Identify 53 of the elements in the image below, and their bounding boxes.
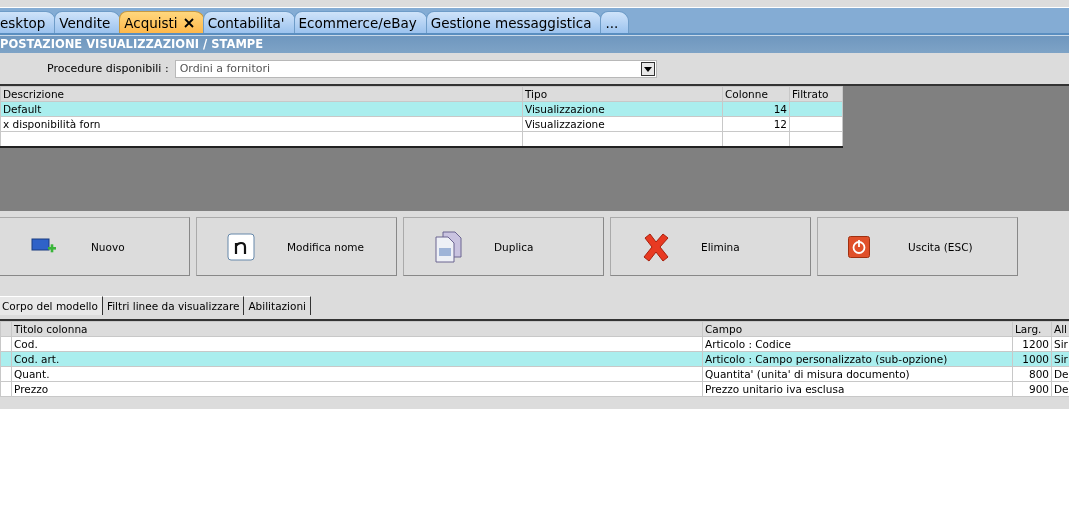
tab[interactable]: Abilitazioni bbox=[244, 296, 311, 315]
tab[interactable]: Vendite bbox=[54, 11, 122, 33]
tab[interactable]: ... bbox=[600, 11, 630, 33]
table-cell: De bbox=[1054, 368, 1069, 380]
column-header: Tipo bbox=[522, 86, 723, 102]
table-cell: Visualizzazione bbox=[525, 118, 605, 130]
action-button[interactable]: Duplica bbox=[403, 217, 604, 276]
field-label: Procedure disponibili : bbox=[47, 62, 169, 75]
column-header: Campo bbox=[705, 323, 743, 335]
column-header: Colonne bbox=[722, 86, 790, 102]
letter-n-icon bbox=[227, 232, 255, 261]
column-header: Filtrato bbox=[789, 86, 843, 102]
table-cell: 900 bbox=[1028, 383, 1049, 395]
column-header: All bbox=[1054, 323, 1068, 335]
tab[interactable]: Ecommerce/eBay bbox=[293, 11, 428, 33]
table-cell: Visualizzazione bbox=[525, 103, 605, 115]
table-cell: Prezzo unitario iva esclusa bbox=[705, 383, 845, 395]
tab[interactable]: Contabilita' bbox=[202, 11, 296, 33]
close-icon[interactable] bbox=[183, 17, 194, 28]
column-header: Descrizione bbox=[0, 86, 523, 102]
column-header: Larg. bbox=[1015, 323, 1042, 335]
section-title: POSTAZIONE VISUALIZZAZIONI / STAMPE bbox=[0, 35, 1069, 53]
table-cell: 12 bbox=[773, 118, 787, 130]
table-cell: Articolo : Codice bbox=[705, 338, 791, 350]
action-button[interactable]: Elimina bbox=[610, 217, 811, 276]
column-header: Titolo colonna bbox=[14, 323, 88, 335]
table-cell: 1200 bbox=[1022, 338, 1049, 350]
tab[interactable]: Acquisti bbox=[119, 11, 205, 33]
table-cell: 800 bbox=[1028, 368, 1049, 380]
table-cell: Sir bbox=[1054, 338, 1068, 350]
table-cell: Quant. bbox=[14, 368, 50, 380]
tab[interactable]: Gestione messaggistica bbox=[425, 11, 603, 33]
tab[interactable]: esktop bbox=[0, 11, 57, 33]
action-button[interactable]: Modifica nome bbox=[196, 217, 397, 276]
power-icon bbox=[848, 235, 870, 258]
action-button[interactable]: Uscita (ESC) bbox=[817, 217, 1018, 276]
procedure-dropdown[interactable]: Ordini a fornitori bbox=[174, 59, 657, 78]
table-cell: 1000 bbox=[1022, 353, 1049, 365]
table-cell: 14 bbox=[773, 103, 787, 115]
tab[interactable]: Corpo del modello bbox=[0, 296, 103, 315]
table-cell: Articolo : Campo personalizzato (sub-opzione) bbox=[705, 353, 948, 365]
tab[interactable]: Filtri linee da visualizzare bbox=[102, 296, 245, 315]
table-cell: Cod. bbox=[14, 338, 38, 350]
delete-icon bbox=[641, 231, 671, 262]
table-cell: Prezzo bbox=[14, 383, 49, 395]
table-cell: Default bbox=[3, 103, 42, 115]
documents-icon bbox=[434, 230, 462, 263]
table-cell: Sir bbox=[1054, 353, 1068, 365]
table-cell: Quantita' (unita' di misura documento) bbox=[705, 368, 910, 380]
table-cell: Cod. art. bbox=[14, 353, 60, 365]
table-cell: De bbox=[1054, 383, 1069, 395]
table-cell: x disponibilità forn bbox=[3, 118, 101, 130]
action-button[interactable]: Nuovo bbox=[0, 217, 190, 276]
